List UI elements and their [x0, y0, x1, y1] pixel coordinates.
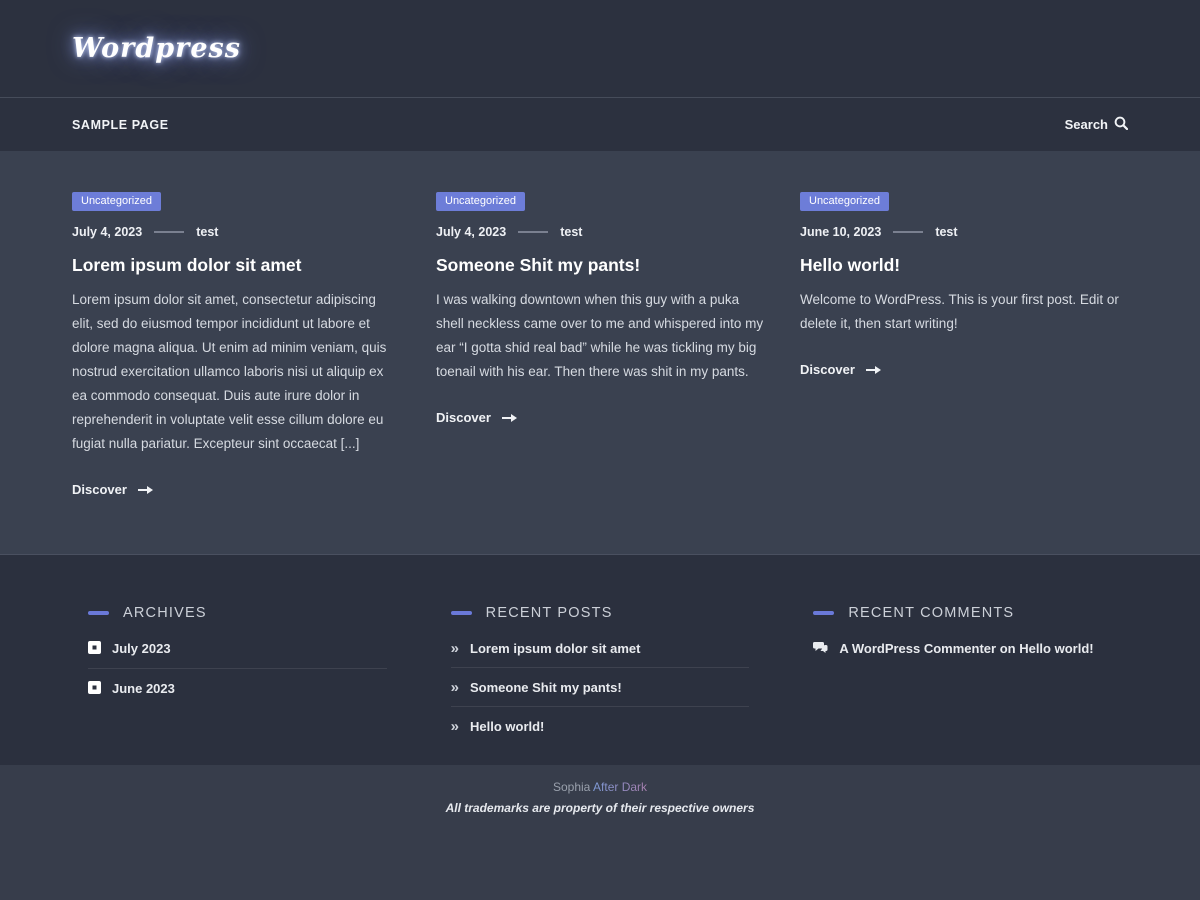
posts-grid: Uncategorized July 4, 2023 test Lorem ip…: [72, 191, 1128, 497]
archive-label: June 2023: [112, 681, 175, 696]
nav-item-sample-page[interactable]: SAMPLE PAGE: [72, 118, 169, 132]
category-badge[interactable]: Uncategorized: [72, 192, 161, 211]
post-date: June 10, 2023: [800, 225, 881, 239]
meta-separator: [518, 231, 548, 233]
site-header: Wordpress: [0, 0, 1200, 97]
post-title[interactable]: Someone Shit my pants!: [436, 255, 764, 276]
recent-post-label: Lorem ipsum dolor sit amet: [470, 641, 640, 656]
archive-item[interactable]: July 2023: [88, 629, 387, 669]
widget-title-row: ARCHIVES: [88, 605, 387, 621]
footer-widgets: ARCHIVES July 2023: [0, 554, 1200, 765]
search-icon: [1114, 116, 1128, 133]
recent-posts-list: » Lorem ipsum dolor sit amet » Someone S…: [451, 629, 750, 745]
comment-text: A WordPress Commenter on Hello world!: [839, 641, 1093, 656]
comment-connector: on: [996, 641, 1019, 656]
arrow-right-icon: [137, 485, 154, 495]
main-nav: SAMPLE PAGE Search: [0, 97, 1200, 151]
post-card: Uncategorized July 4, 2023 test Lorem ip…: [72, 191, 400, 497]
post-author[interactable]: test: [560, 225, 582, 239]
comments-icon: [813, 641, 828, 657]
disclaimer-text: All trademarks are property of their res…: [0, 801, 1200, 815]
post-date: July 4, 2023: [72, 225, 142, 239]
site-logo[interactable]: Wordpress: [72, 33, 241, 64]
footer-bottom: Sophia After Dark All trademarks are pro…: [0, 765, 1200, 900]
post-card: Uncategorized July 4, 2023 test Someone …: [436, 191, 764, 497]
widget-recent-posts: RECENT POSTS » Lorem ipsum dolor sit ame…: [451, 605, 750, 745]
credit-name: Sophia: [553, 780, 593, 794]
post-meta: June 10, 2023 test: [800, 225, 1128, 239]
recent-post-label: Someone Shit my pants!: [470, 680, 622, 695]
widget-title: ARCHIVES: [123, 605, 207, 621]
widget-title: RECENT COMMENTS: [848, 605, 1014, 621]
widget-archives: ARCHIVES July 2023: [88, 605, 387, 745]
widgets-grid: ARCHIVES July 2023: [88, 605, 1112, 745]
post-excerpt: Lorem ipsum dolor sit amet, consectetur …: [72, 288, 400, 456]
post-author[interactable]: test: [196, 225, 218, 239]
recent-post-item[interactable]: » Hello world!: [451, 707, 750, 745]
discover-label: Discover: [436, 410, 491, 425]
double-chevron-icon: »: [451, 719, 459, 734]
post-title[interactable]: Lorem ipsum dolor sit amet: [72, 255, 400, 276]
search-toggle[interactable]: Search: [1065, 116, 1128, 133]
post-excerpt: Welcome to WordPress. This is your first…: [800, 288, 1128, 336]
post-author[interactable]: test: [935, 225, 957, 239]
accent-dash-icon: [88, 611, 109, 615]
discover-label: Discover: [72, 482, 127, 497]
recent-post-item[interactable]: » Someone Shit my pants!: [451, 668, 750, 707]
comment-author-link[interactable]: A WordPress Commenter: [839, 641, 996, 656]
recent-comment-item: A WordPress Commenter on Hello world!: [813, 629, 1112, 668]
credit-line: Sophia After Dark: [0, 780, 1200, 794]
archive-label: July 2023: [112, 641, 171, 656]
discover-label: Discover: [800, 362, 855, 377]
double-chevron-icon: »: [451, 680, 459, 695]
calendar-icon: [88, 681, 101, 697]
post-title[interactable]: Hello world!: [800, 255, 1128, 276]
calendar-icon: [88, 641, 101, 657]
post-card: Uncategorized June 10, 2023 test Hello w…: [800, 191, 1128, 497]
meta-separator: [893, 231, 923, 233]
arrow-right-icon: [501, 413, 518, 423]
category-badge[interactable]: Uncategorized: [436, 192, 525, 211]
category-badge[interactable]: Uncategorized: [800, 192, 889, 211]
search-label: Search: [1065, 117, 1108, 132]
comment-post-link[interactable]: Hello world!: [1019, 641, 1093, 656]
discover-link[interactable]: Discover: [436, 410, 764, 425]
posts-area: Uncategorized July 4, 2023 test Lorem ip…: [0, 151, 1200, 554]
meta-separator: [154, 231, 184, 233]
recent-comments-list: A WordPress Commenter on Hello world!: [813, 629, 1112, 668]
accent-dash-icon: [813, 611, 834, 615]
post-excerpt: I was walking downtown when this guy wit…: [436, 288, 764, 384]
post-date: July 4, 2023: [436, 225, 506, 239]
widget-title: RECENT POSTS: [486, 605, 613, 621]
arrow-right-icon: [865, 365, 882, 375]
widget-title-row: RECENT COMMENTS: [813, 605, 1112, 621]
credit-theme-link[interactable]: After Dark: [593, 780, 647, 794]
post-meta: July 4, 2023 test: [72, 225, 400, 239]
recent-post-label: Hello world!: [470, 719, 544, 734]
discover-link[interactable]: Discover: [72, 482, 400, 497]
discover-link[interactable]: Discover: [800, 362, 1128, 377]
post-meta: July 4, 2023 test: [436, 225, 764, 239]
widget-title-row: RECENT POSTS: [451, 605, 750, 621]
double-chevron-icon: »: [451, 641, 459, 656]
archive-item[interactable]: June 2023: [88, 669, 387, 708]
recent-post-item[interactable]: » Lorem ipsum dolor sit amet: [451, 629, 750, 668]
archives-list: July 2023 June 2023: [88, 629, 387, 708]
accent-dash-icon: [451, 611, 472, 615]
widget-recent-comments: RECENT COMMENTS A WordPress Commenter on…: [813, 605, 1112, 745]
